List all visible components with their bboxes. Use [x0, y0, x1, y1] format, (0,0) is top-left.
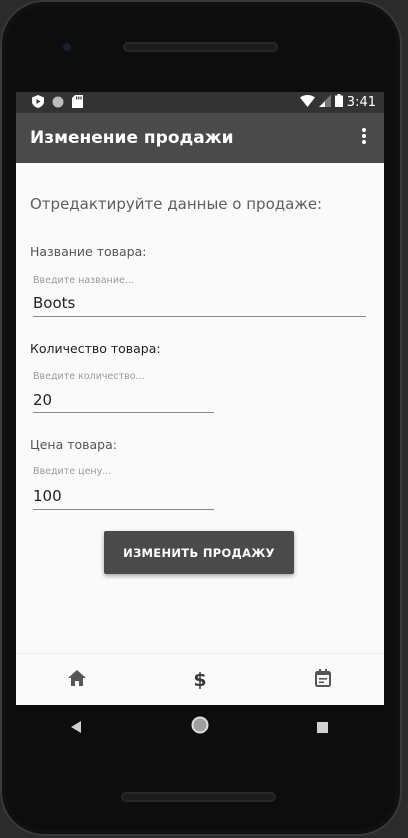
home-icon	[68, 670, 87, 690]
home-circle-icon	[191, 716, 209, 738]
device-screen: 3:41 Изменение продажи Отредактируйте да…	[16, 92, 384, 705]
dollar-icon: $	[193, 669, 207, 691]
price-value[interactable]: 100	[33, 487, 62, 505]
bottom-navigation: $	[16, 653, 384, 705]
quantity-underline	[33, 412, 214, 413]
play-protect-icon	[32, 93, 44, 112]
product-name-value[interactable]: Boots	[33, 294, 75, 312]
circle-notification-icon	[52, 93, 64, 112]
sd-card-icon	[72, 93, 83, 112]
cell-signal-icon	[318, 94, 331, 111]
recents-button[interactable]	[303, 707, 343, 747]
battery-icon	[334, 94, 343, 111]
top-speaker	[123, 42, 278, 52]
price-underline	[33, 509, 214, 510]
product-name-hint: Введите название...	[33, 275, 134, 286]
calendar-icon	[314, 669, 331, 691]
price-label: Цена товара:	[30, 437, 117, 452]
wifi-icon	[299, 94, 315, 111]
system-navigation-bar	[16, 705, 384, 749]
bottom-speaker	[121, 792, 276, 802]
status-time: 3:41	[346, 95, 376, 110]
overflow-menu-button[interactable]	[356, 126, 372, 150]
form-heading: Отредактируйте данные о продаже:	[30, 195, 323, 213]
quantity-label: Количество товара:	[30, 341, 161, 356]
product-name-underline	[33, 316, 366, 317]
price-hint: Введите цену...	[33, 466, 112, 477]
back-button[interactable]	[57, 707, 97, 747]
page-title: Изменение продажи	[30, 128, 234, 148]
back-icon	[71, 718, 83, 737]
status-bar: 3:41	[16, 92, 384, 113]
front-camera	[60, 40, 74, 54]
quantity-hint: Введите количество...	[33, 371, 145, 382]
nav-sales[interactable]: $	[139, 654, 262, 705]
update-sale-button[interactable]: ИЗМЕНИТЬ ПРОДАЖУ	[104, 531, 294, 574]
recents-icon	[317, 718, 329, 737]
phone-frame: 3:41 Изменение продажи Отредактируйте да…	[0, 0, 402, 836]
more-vert-icon	[362, 128, 366, 148]
edit-sale-form: Отредактируйте данные о продаже: Названи…	[16, 163, 384, 653]
nav-calendar[interactable]	[261, 654, 384, 705]
nav-home[interactable]	[16, 654, 139, 705]
product-name-label: Название товара:	[30, 244, 147, 259]
home-button[interactable]	[180, 707, 220, 747]
quantity-value[interactable]: 20	[33, 391, 52, 409]
app-bar: Изменение продажи	[16, 113, 384, 163]
